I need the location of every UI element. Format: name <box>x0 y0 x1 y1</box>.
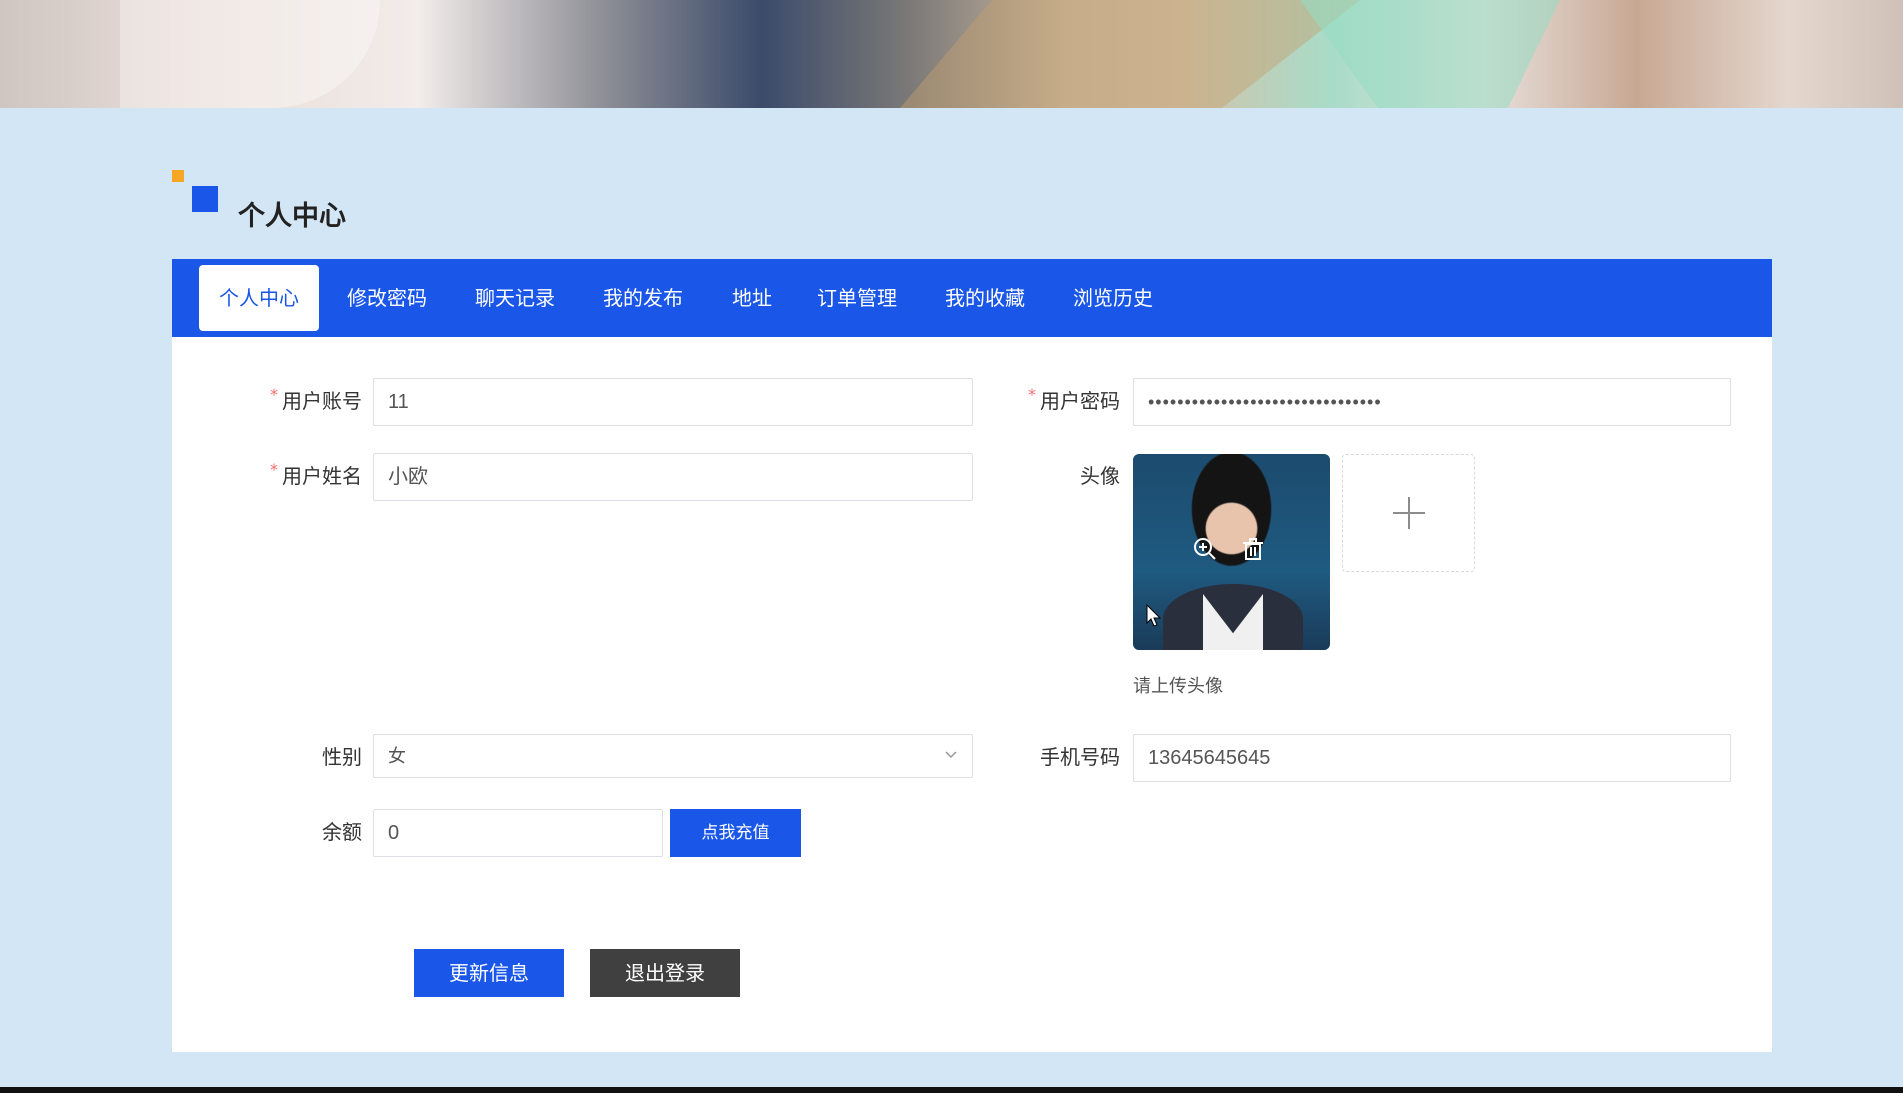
trash-icon[interactable] <box>1239 536 1267 564</box>
gender-select[interactable]: 女 <box>373 734 973 778</box>
plus-icon <box>1343 455 1474 571</box>
tab-profile[interactable]: 个人中心 <box>199 265 319 331</box>
balance-input[interactable]: 0 <box>373 809 663 857</box>
logout-button[interactable]: 退出登录 <box>590 949 740 997</box>
update-info-button[interactable]: 更新信息 <box>414 949 564 997</box>
decor-square-small <box>172 170 184 182</box>
account-label: * 用户账号 <box>270 385 362 413</box>
tab-address[interactable]: 地址 <box>732 265 772 331</box>
phone-input[interactable]: 13645645645 <box>1133 734 1731 782</box>
avatar-hint: 请上传头像 <box>1133 676 1223 697</box>
banner-decoration <box>900 0 1360 108</box>
banner-decoration <box>1300 0 1560 108</box>
tab-bar: 个人中心 修改密码 聊天记录 我的发布 地址 订单管理 我的收藏 浏览历史 <box>172 259 1772 337</box>
chevron-down-icon <box>944 735 958 777</box>
zoom-in-icon[interactable] <box>1191 536 1219 564</box>
account-input[interactable]: 11 <box>373 378 973 426</box>
section-header: 个人中心 <box>172 170 572 232</box>
recharge-button[interactable]: 点我充值 <box>670 809 801 857</box>
mouse-cursor-icon <box>1146 603 1162 628</box>
balance-label: 余额 <box>322 820 362 844</box>
password-label: * 用户密码 <box>1028 385 1120 413</box>
page-title: 个人中心 <box>238 201 346 232</box>
required-mark: * <box>270 460 278 479</box>
password-input[interactable]: •••••••••••••••••••••••••••••••• <box>1133 378 1731 426</box>
name-label: * 用户姓名 <box>270 460 362 488</box>
tab-orders[interactable]: 订单管理 <box>817 265 897 331</box>
tab-favorites[interactable]: 我的收藏 <box>945 265 1025 331</box>
tab-my-posts[interactable]: 我的发布 <box>603 265 683 331</box>
gender-label: 性别 <box>322 745 362 769</box>
avatar-upload-button[interactable] <box>1342 454 1475 572</box>
banner-decoration <box>120 0 380 108</box>
name-input[interactable]: 小欧 <box>373 453 973 501</box>
phone-label: 手机号码 <box>1040 745 1120 769</box>
profile-form-panel: * 用户账号 11 * 用户密码 •••••••••••••••••••••••••… <box>172 337 1772 1052</box>
avatar-image[interactable] <box>1133 454 1330 650</box>
tab-chat-history[interactable]: 聊天记录 <box>475 265 555 331</box>
bottom-edge <box>0 1087 1903 1093</box>
required-mark: * <box>1028 385 1036 404</box>
tab-browse-history[interactable]: 浏览历史 <box>1073 265 1153 331</box>
tab-change-password[interactable]: 修改密码 <box>347 265 427 331</box>
required-mark: * <box>270 385 278 404</box>
hero-banner <box>0 0 1903 108</box>
decor-square-large <box>192 186 218 212</box>
avatar-label: 头像 <box>1080 464 1120 488</box>
